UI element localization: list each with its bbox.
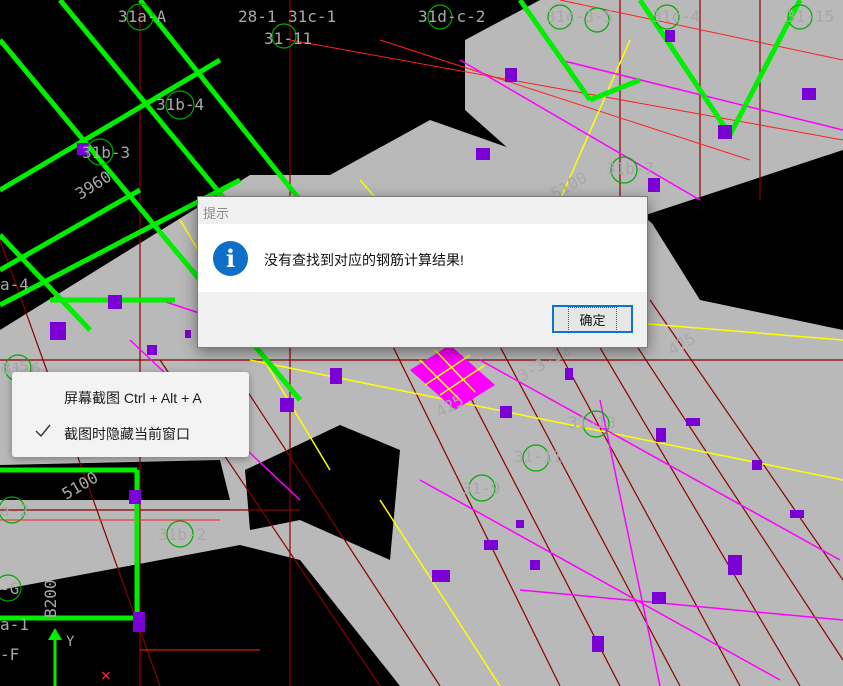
axis-label: 28-1 [238, 7, 277, 26]
axis-label: -F [0, 645, 19, 664]
axis-label: 31b-4 [156, 95, 204, 114]
axis-label: B200 [41, 579, 60, 618]
axis-label: 31-13 [568, 413, 616, 432]
dialog-body: i 没有查找到对应的钢筋计算结果! [198, 224, 647, 292]
axis-label: 31b-7 [606, 159, 654, 178]
ucs-axes-icon: × [48, 628, 112, 686]
message-dialog: 提示 i 没有查找到对应的钢筋计算结果! 确定 [197, 196, 648, 348]
axis-label: 31d-c-2 [418, 7, 485, 26]
axis-label: a-1 [0, 615, 29, 634]
axis-label: 31-11 [514, 447, 562, 466]
dialog-message: 没有查找到对应的钢筋计算结果! [264, 252, 464, 268]
dialog-title: 提示 [203, 206, 230, 221]
axis-label: Y [66, 634, 75, 650]
axis-label: 31b-3 [82, 143, 130, 162]
axis-label: 31a-A [118, 7, 167, 26]
axis-label: 31-15 [786, 7, 834, 26]
svg-text:×: × [100, 668, 112, 684]
axis-label: 31c-1 [288, 7, 336, 26]
menu-item-hide-window[interactable]: 截图时隐藏当前窗口 [12, 416, 249, 450]
axis-label: a-4 [0, 275, 29, 294]
axis-label: -G [0, 579, 19, 598]
axis-label: 31c-3-5 [546, 7, 613, 26]
ok-button-label: 确定 [568, 306, 617, 332]
axis-label: 31-11 [264, 29, 312, 48]
axis-label: a-2 [0, 501, 29, 520]
info-icon: i [213, 241, 248, 276]
axis-label: 31-9 [462, 479, 501, 498]
menu-item-label: 屏幕截图 Ctrl + Alt + A [64, 390, 202, 406]
axis-label: 31b-2 [158, 525, 206, 544]
screenshot-context-menu: 屏幕截图 Ctrl + Alt + A 截图时隐藏当前窗口 [12, 372, 249, 457]
menu-item-label: 截图时隐藏当前窗口 [64, 426, 190, 442]
checkmark-icon [35, 424, 51, 438]
menu-item-screen-capture[interactable]: 屏幕截图 Ctrl + Alt + A [12, 380, 249, 414]
axis-label: 31c-4 [652, 7, 700, 26]
ok-button[interactable]: 确定 [552, 305, 633, 333]
